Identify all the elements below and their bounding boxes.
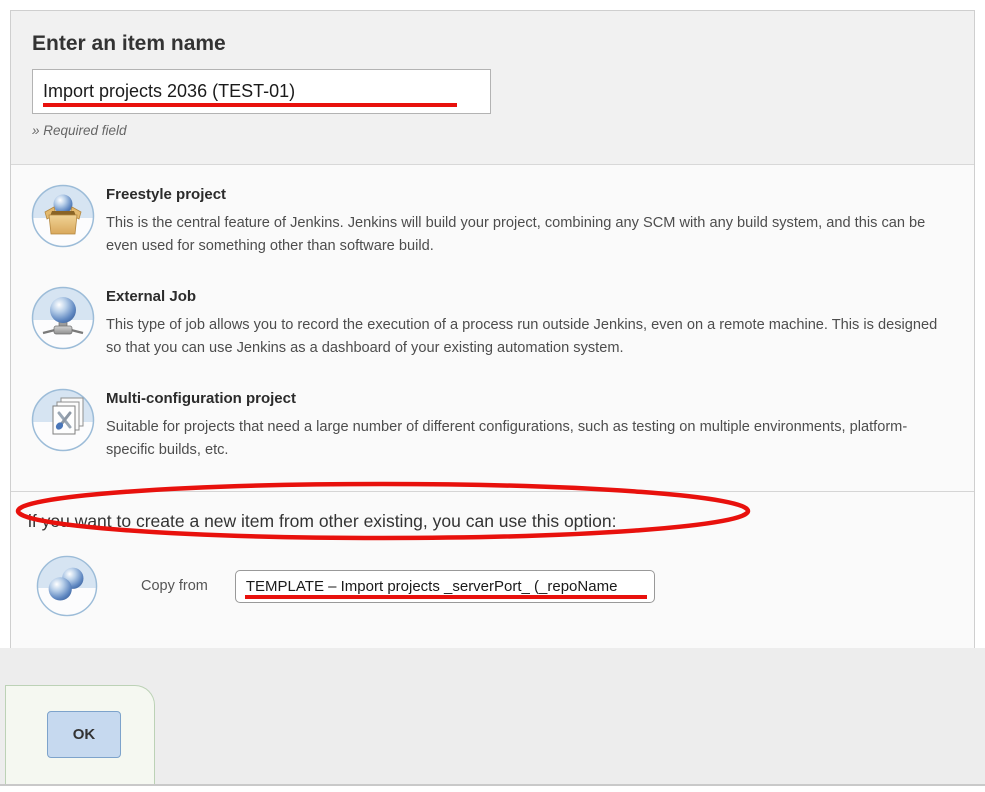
item-type-row-external-job[interactable]: External Job This type of job allows you… — [31, 286, 944, 374]
copy-from-icon — [36, 555, 98, 617]
footer-strip: OK — [0, 648, 985, 786]
item-type-description: Suitable for projects that need a large … — [106, 416, 944, 461]
item-type-row-multi-configuration[interactable]: Multi-configuration project Suitable for… — [31, 388, 944, 476]
item-type-description: This type of job allows you to record th… — [106, 314, 944, 359]
ok-panel: OK — [5, 685, 155, 784]
item-type-list: Freestyle project This is the central fe… — [11, 165, 974, 491]
freestyle-project-icon — [31, 184, 95, 248]
multi-configuration-icon — [31, 388, 95, 452]
item-type-title: External Job — [106, 288, 944, 305]
required-field-note: » Required field — [32, 123, 953, 138]
new-item-panel: Enter an item name » Required field Free… — [10, 10, 975, 648]
copy-from-section: if you want to create a new item from ot… — [11, 491, 974, 649]
copy-from-input[interactable] — [235, 570, 655, 603]
copy-from-hint: if you want to create a new item from ot… — [28, 511, 974, 532]
item-type-row-freestyle[interactable]: Freestyle project This is the central fe… — [31, 184, 944, 272]
item-type-title: Freestyle project — [106, 186, 944, 203]
copy-from-label: Copy from — [141, 578, 208, 594]
item-name-input[interactable] — [32, 69, 491, 114]
ok-button[interactable]: OK — [47, 711, 121, 758]
item-name-section: Enter an item name » Required field — [11, 11, 974, 165]
item-type-title: Multi-configuration project — [106, 390, 944, 407]
item-type-description: This is the central feature of Jenkins. … — [106, 212, 944, 257]
external-job-icon — [31, 286, 95, 350]
page-title: Enter an item name — [32, 32, 953, 56]
